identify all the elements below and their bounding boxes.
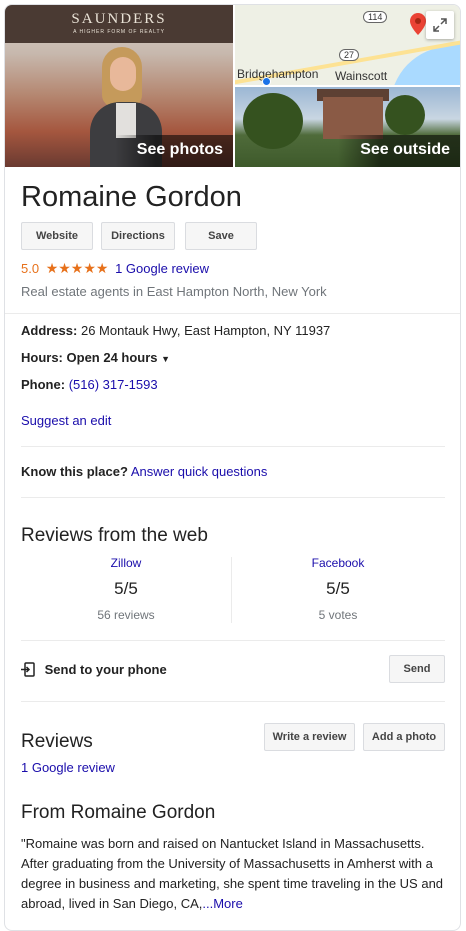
more-link[interactable]: ...More	[202, 896, 242, 911]
from-owner-title: From Romaine Gordon	[21, 802, 216, 823]
reviews-title: Reviews	[21, 731, 93, 752]
web-review-zillow[interactable]: Zillow 5/5 56 reviews	[21, 556, 231, 622]
reviews-link-row: 1 Google review	[21, 760, 115, 775]
hours-value[interactable]: Open 24 hours	[67, 350, 158, 365]
rating-value: 5.0	[21, 261, 40, 276]
brand-banner: SAUNDERS A HIGHER FORM OF REALTY	[5, 5, 233, 43]
expand-icon[interactable]	[426, 11, 454, 39]
brand-tagline: A HIGHER FORM OF REALTY	[73, 29, 165, 35]
answer-questions-link[interactable]: Answer quick questions	[131, 464, 268, 479]
hours-label: Hours:	[21, 350, 63, 365]
divider	[5, 313, 460, 314]
website-button[interactable]: Website	[21, 222, 93, 250]
send-to-phone-icon	[21, 662, 35, 677]
phone-label: Phone:	[21, 377, 66, 392]
route-114-shield: 114	[363, 11, 388, 23]
address-row: Address: 26 Montauk Hwy, East Hampton, N…	[21, 323, 330, 338]
phone-row: Phone: (516) 317-1593	[21, 377, 158, 392]
send-to-phone-label: Send to your phone	[44, 662, 167, 677]
image-row: SAUNDERS A HIGHER FORM OF REALTY See pho…	[5, 5, 460, 167]
star-rating-icon: ★★★★★	[45, 260, 109, 276]
map-pin-icon	[410, 13, 426, 35]
address-label: Address:	[21, 323, 78, 338]
web-review-count: 56 reviews	[97, 608, 155, 622]
directions-button[interactable]: Directions	[101, 222, 175, 250]
web-review-score: 5/5	[326, 579, 350, 598]
phone-link[interactable]: (516) 317-1593	[69, 377, 158, 392]
brand-name: SAUNDERS	[71, 11, 167, 27]
write-review-button[interactable]: Write a review	[264, 723, 355, 751]
page-title: Romaine Gordon	[21, 181, 242, 213]
rating-row: 5.0 ★★★★★ 1 Google review	[21, 260, 209, 277]
main-photo[interactable]: SAUNDERS A HIGHER FORM OF REALTY See pho…	[5, 5, 233, 167]
save-button[interactable]: Save	[185, 222, 257, 250]
business-category: Real estate agents in East Hampton North…	[21, 284, 327, 299]
map-town-bridgehampton: Bridgehampton	[237, 67, 319, 81]
web-reviews-title: Reviews from the web	[21, 525, 208, 546]
column-divider	[231, 557, 232, 623]
google-review-link[interactable]: 1 Google review	[21, 760, 115, 775]
map-location-dot	[262, 77, 271, 85]
route-27-shield: 27	[339, 49, 360, 61]
map-water	[379, 31, 460, 85]
owner-description: "Romaine was born and raised on Nantucke…	[21, 834, 446, 914]
divider	[21, 497, 445, 498]
add-photo-button[interactable]: Add a photo	[363, 723, 445, 751]
web-review-score: 5/5	[114, 579, 138, 598]
google-review-link[interactable]: 1 Google review	[115, 261, 209, 276]
see-photos-label[interactable]: See photos	[114, 135, 233, 167]
outside-photo[interactable]: See outside	[235, 87, 460, 167]
map-town-wainscott: Wainscott	[335, 69, 388, 83]
see-outside-label[interactable]: See outside	[338, 135, 460, 167]
knowledge-panel: SAUNDERS A HIGHER FORM OF REALTY See pho…	[4, 4, 461, 931]
suggest-edit-row: Suggest an edit	[21, 413, 111, 428]
chevron-down-icon[interactable]: ▼	[161, 354, 170, 364]
address-value: 26 Montauk Hwy, East Hampton, NY 11937	[80, 323, 331, 338]
web-review-facebook[interactable]: Facebook 5/5 5 votes	[233, 556, 443, 622]
send-to-phone-row: Send to your phone	[21, 662, 167, 677]
web-review-source[interactable]: Facebook	[233, 556, 443, 570]
divider	[21, 701, 445, 702]
suggest-edit-link[interactable]: Suggest an edit	[21, 413, 111, 428]
know-place-row: Know this place? Answer quick questions	[21, 464, 267, 479]
map-thumbnail[interactable]: 114 27 Bridgehampton Wainscott	[235, 5, 460, 85]
divider	[21, 640, 445, 641]
hours-row[interactable]: Hours: Open 24 hours ▼	[21, 350, 170, 365]
web-review-count: 5 votes	[318, 608, 358, 622]
divider	[21, 446, 445, 447]
know-place-label: Know this place?	[21, 464, 128, 479]
send-button[interactable]: Send	[389, 655, 445, 683]
web-review-source[interactable]: Zillow	[21, 556, 231, 570]
